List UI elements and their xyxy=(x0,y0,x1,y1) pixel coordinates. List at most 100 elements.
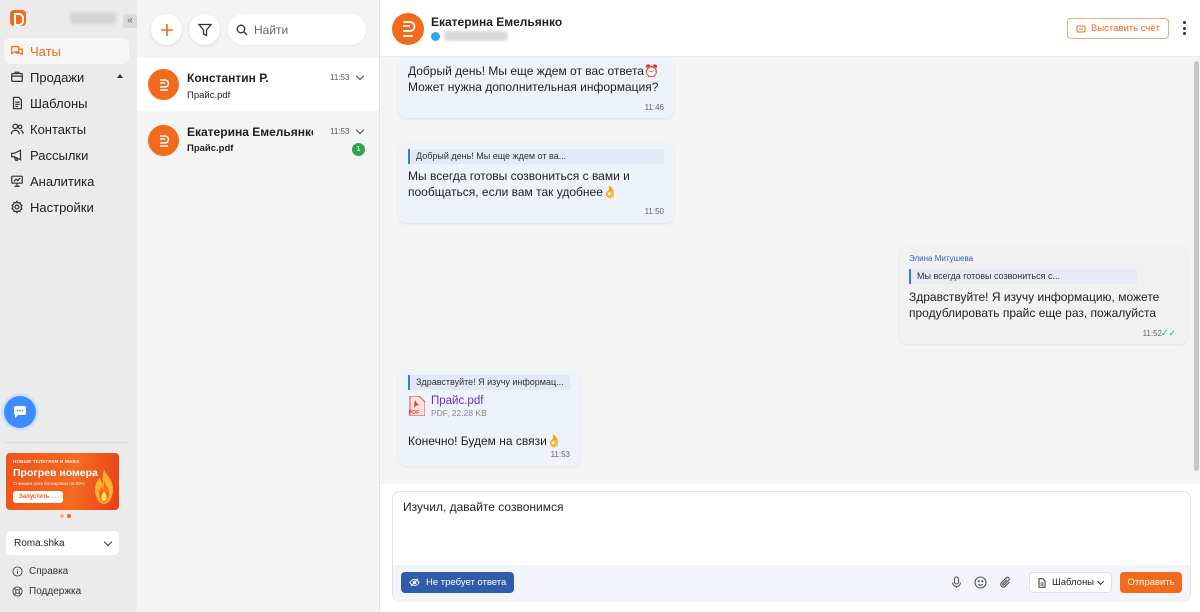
templates-label: Шаблоны xyxy=(1052,577,1095,588)
sidebar-item-label: Рассылки xyxy=(30,147,89,163)
promo-banner[interactable]: НОВЫЕ ТЕЛЕГРАМ И WABA Прогрев номера Сни… xyxy=(6,453,119,510)
organization-name-blurred xyxy=(70,12,116,24)
file-name[interactable]: Прайс.pdf xyxy=(431,395,487,407)
no-reply-label: Не требует ответа xyxy=(426,577,507,588)
templates-dropdown[interactable]: Шаблоны xyxy=(1029,572,1112,593)
chevron-down-icon[interactable] xyxy=(355,125,365,135)
issue-invoice-label: Выставить счёт xyxy=(1091,23,1160,34)
sidebar: « Чаты Продажи Шаблоны Контакты Рассылки… xyxy=(0,0,137,612)
unread-badge: 1 xyxy=(352,143,365,156)
collapse-sidebar-button[interactable]: « xyxy=(123,14,137,28)
document-icon xyxy=(10,96,24,110)
analytics-icon xyxy=(10,174,24,188)
filter-button[interactable] xyxy=(189,14,220,45)
dialog-name: Екатерина Емельянко xyxy=(187,125,313,139)
contact-name: Екатерина Емельянко xyxy=(431,15,563,29)
message-time: 11:50 xyxy=(644,207,664,216)
brand-logo-icon xyxy=(159,78,169,91)
message-text: Мы всегда готовы созвониться с вами и по… xyxy=(408,169,630,199)
carousel-dot[interactable] xyxy=(60,514,64,518)
plus-icon xyxy=(160,23,173,36)
caret-up-icon[interactable] xyxy=(117,74,123,78)
message-text: Здравствуйте! Я изучу информацию, можете… xyxy=(909,290,1160,320)
issue-invoice-button[interactable]: Выставить счёт xyxy=(1067,18,1169,39)
sidebar-item-chats[interactable]: Чаты xyxy=(4,38,129,64)
file-meta: PDF, 22.28 KB xyxy=(431,408,487,418)
dialog-item[interactable]: Константин Р. 11:53 Прайс.pdf xyxy=(137,58,379,111)
message-time: 11:52 xyxy=(1142,329,1162,338)
chat-bubble-icon xyxy=(14,406,26,418)
message-author: Элина Митушева xyxy=(909,254,974,263)
conversation-header: Екатерина Емельянко Выставить счёт xyxy=(380,0,1200,57)
paperclip-icon[interactable] xyxy=(999,576,1012,589)
dialog-item[interactable]: Екатерина Емельянко 11:53 Прайс.pdf 1 xyxy=(137,112,379,165)
search-input[interactable] xyxy=(254,22,354,37)
info-icon xyxy=(12,566,23,577)
new-chat-button[interactable] xyxy=(151,14,182,45)
chevron-down-icon xyxy=(103,537,113,547)
account-select[interactable]: Roma.shka xyxy=(6,531,119,555)
message-input[interactable]: Изучил, давайте созвонимся xyxy=(403,500,1173,560)
message-feed-scrollbar[interactable] xyxy=(1194,61,1199,471)
contact-channel xyxy=(431,31,508,41)
filter-icon xyxy=(197,23,212,37)
chevron-down-icon xyxy=(1096,577,1105,586)
dialog-name: Константин Р. xyxy=(187,71,269,85)
promo-launch-button[interactable]: Запустить → xyxy=(13,491,64,503)
contact-avatar xyxy=(148,69,179,100)
sidebar-item-label: Контакты xyxy=(30,121,87,137)
search-box[interactable] xyxy=(228,14,366,45)
message-text: Добрый день! Мы еще ждем от вас ответа⏰ … xyxy=(408,64,659,94)
sidebar-item-mailings[interactable]: Рассылки xyxy=(4,142,129,168)
app-logo-icon[interactable] xyxy=(10,10,26,26)
sidebar-item-analytics[interactable]: Аналитика xyxy=(4,168,129,194)
dialog-last-message: Прайс.pdf xyxy=(187,90,231,101)
emoji-icon[interactable] xyxy=(974,576,987,589)
help-label: Справка xyxy=(29,566,69,577)
chevron-down-icon[interactable] xyxy=(355,71,365,81)
support-link[interactable]: Поддержка xyxy=(12,586,81,597)
sales-box-icon xyxy=(10,70,24,84)
support-chat-button[interactable] xyxy=(4,396,36,428)
chat-list-panel: Константин Р. 11:53 Прайс.pdf Екатерина … xyxy=(137,0,379,612)
promo-subtitle: Снижаем риск блокировки на 90% xyxy=(13,481,85,486)
chat-list-toolbar xyxy=(137,0,379,58)
file-attachment[interactable]: PDF Прайс.pdf PDF, 22.28 KB xyxy=(408,395,487,418)
sidebar-item-label: Аналитика xyxy=(30,173,95,189)
sidebar-item-label: Настройки xyxy=(30,199,94,215)
more-options-icon[interactable] xyxy=(1180,19,1188,37)
quoted-reply[interactable]: Здравствуйте! Я изучу информац... xyxy=(408,375,570,390)
sidebar-item-templates[interactable]: Шаблоны xyxy=(4,90,129,116)
file-info: Прайс.pdf PDF, 22.28 KB xyxy=(431,395,487,418)
sidebar-item-label: Чаты xyxy=(30,43,61,59)
carousel-dot-active[interactable] xyxy=(67,514,71,518)
incoming-message: Добрый день! Мы еще ждем от вас ответа⏰ … xyxy=(398,57,674,118)
quoted-reply[interactable]: Мы всегда готовы созвониться с... xyxy=(909,269,1137,284)
eye-off-icon xyxy=(409,578,420,587)
promo-carousel-dots[interactable] xyxy=(60,514,71,518)
help-link[interactable]: Справка xyxy=(12,566,68,577)
incoming-message: Здравствуйте! Я изучу информац... PDF Пр… xyxy=(398,370,580,466)
megaphone-icon xyxy=(10,148,24,162)
sidebar-item-contacts[interactable]: Контакты xyxy=(4,116,129,142)
message-text: Конечно! Будем на связи👌 xyxy=(408,434,562,448)
document-icon xyxy=(1038,577,1046,588)
message-time: 11:53 xyxy=(550,450,570,459)
microphone-icon[interactable] xyxy=(950,576,963,589)
dialog-time: 11:53 xyxy=(330,73,350,82)
brand-logo-icon xyxy=(159,134,169,147)
gear-icon xyxy=(10,200,24,214)
contact-avatar[interactable] xyxy=(392,13,424,45)
sidebar-item-sales[interactable]: Продажи xyxy=(4,64,129,90)
pdf-badge-label: PDF xyxy=(409,410,421,416)
send-button[interactable]: Отправить xyxy=(1120,572,1182,593)
dialog-time: 11:53 xyxy=(330,127,350,136)
message-feed: Добрый день! Мы еще ждем от вас ответа⏰ … xyxy=(380,57,1200,484)
fire-icon xyxy=(95,469,113,504)
quoted-reply[interactable]: Добрый день! Мы еще ждем от ва... xyxy=(408,149,664,164)
invoice-icon xyxy=(1076,25,1086,32)
sidebar-item-settings[interactable]: Настройки xyxy=(4,194,129,220)
sidebar-divider xyxy=(4,442,128,443)
chat-bubbles-icon xyxy=(10,44,24,58)
no-reply-needed-button[interactable]: Не требует ответа xyxy=(401,572,515,593)
